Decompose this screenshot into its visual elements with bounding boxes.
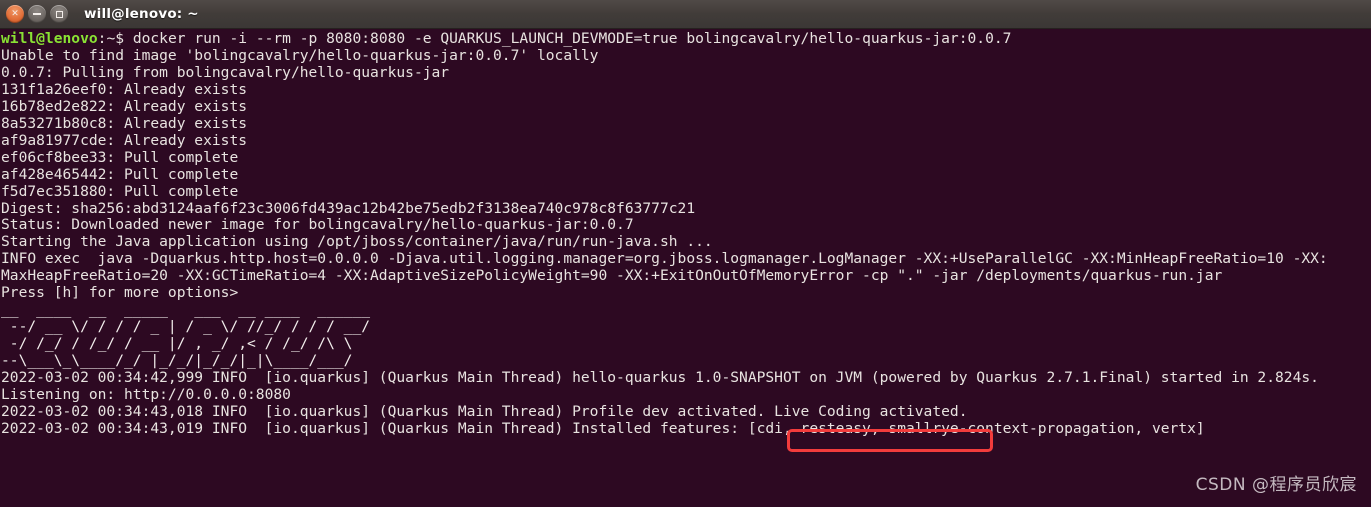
output-line: Digest: sha256:abd3124aaf6f23c3006fd439a… — [1, 199, 696, 217]
quarkus-ascii-art-line: --\___\_\____/_/ |_/_/|_/_/|_|\____/___/ — [1, 352, 379, 370]
terminal-content[interactable]: will@lenovo:~$ docker run -i --rm -p 808… — [0, 29, 1371, 507]
window-controls: ✕ — [6, 5, 68, 23]
output-line: af9a81977cde: Already exists — [1, 131, 248, 149]
quarkus-ascii-art-line: -/ /_/ / /_/ / __ |/ , _/ ,< / /_/ /\ \ — [1, 335, 379, 353]
close-button[interactable]: ✕ — [6, 5, 24, 23]
maximize-button[interactable] — [50, 5, 68, 23]
minimize-button[interactable] — [28, 5, 46, 23]
output-line: MaxHeapFreeRatio=20 -XX:GCTimeRatio=4 -X… — [1, 267, 1223, 285]
output-line: Starting the Java application using /opt… — [1, 233, 713, 251]
log-line: 2022-03-02 00:34:43,019 INFO [io.quarkus… — [1, 419, 1205, 437]
close-icon: ✕ — [11, 8, 19, 19]
output-line: 8a53271b80c8: Already exists — [1, 114, 248, 132]
output-line: ef06cf8bee33: Pull complete — [1, 148, 239, 166]
maximize-icon — [55, 10, 63, 18]
quarkus-ascii-art-line: __ ____ __ _____ ___ __ ____ ______ — [1, 301, 379, 319]
output-line: af428e465442: Pull complete — [1, 165, 239, 183]
output-line: Unable to find image 'bolingcavalry/hell… — [1, 46, 599, 64]
command-text: docker run -i --rm -p 8080:8080 -e QUARK… — [132, 30, 1012, 47]
terminal-window: ✕ will@lenovo: ~ will@lenovo:~$ docker r… — [0, 0, 1371, 507]
output-line: INFO exec java -Dquarkus.http.host=0.0.0… — [1, 250, 1328, 268]
command-line: will@lenovo:~$ docker run -i --rm -p 808… — [1, 30, 1371, 48]
log-line-live-coding: 2022-03-02 00:34:43,018 INFO [io.quarkus… — [1, 402, 968, 420]
window-title: will@lenovo: ~ — [84, 6, 199, 22]
output-line: 16b78ed2e822: Already exists — [1, 97, 248, 115]
log-line: 2022-03-02 00:34:42,999 INFO [io.quarkus… — [1, 369, 1319, 387]
output-line: 0.0.7: Pulling from bolingcavalry/hello-… — [1, 63, 450, 81]
window-titlebar: ✕ will@lenovo: ~ — [0, 0, 1371, 29]
output-line: 131f1a26eef0: Already exists — [1, 80, 248, 98]
quarkus-ascii-art-line: --/ __ \/ / / / _ | / _ \/ //_/ / / / __… — [1, 318, 379, 336]
output-line: Status: Downloaded newer image for bolin… — [1, 216, 634, 234]
prompt-path: :~$ — [97, 30, 133, 47]
prompt-user-host: will@lenovo — [1, 30, 98, 47]
log-line: Listening on: http://0.0.0.0:8080 — [1, 386, 291, 404]
output-line: Press [h] for more options> — [1, 284, 239, 302]
minimize-icon — [33, 13, 41, 15]
output-line: f5d7ec351880: Pull complete — [1, 182, 239, 200]
csdn-watermark: CSDN @程序员欣宸 — [1195, 475, 1357, 495]
